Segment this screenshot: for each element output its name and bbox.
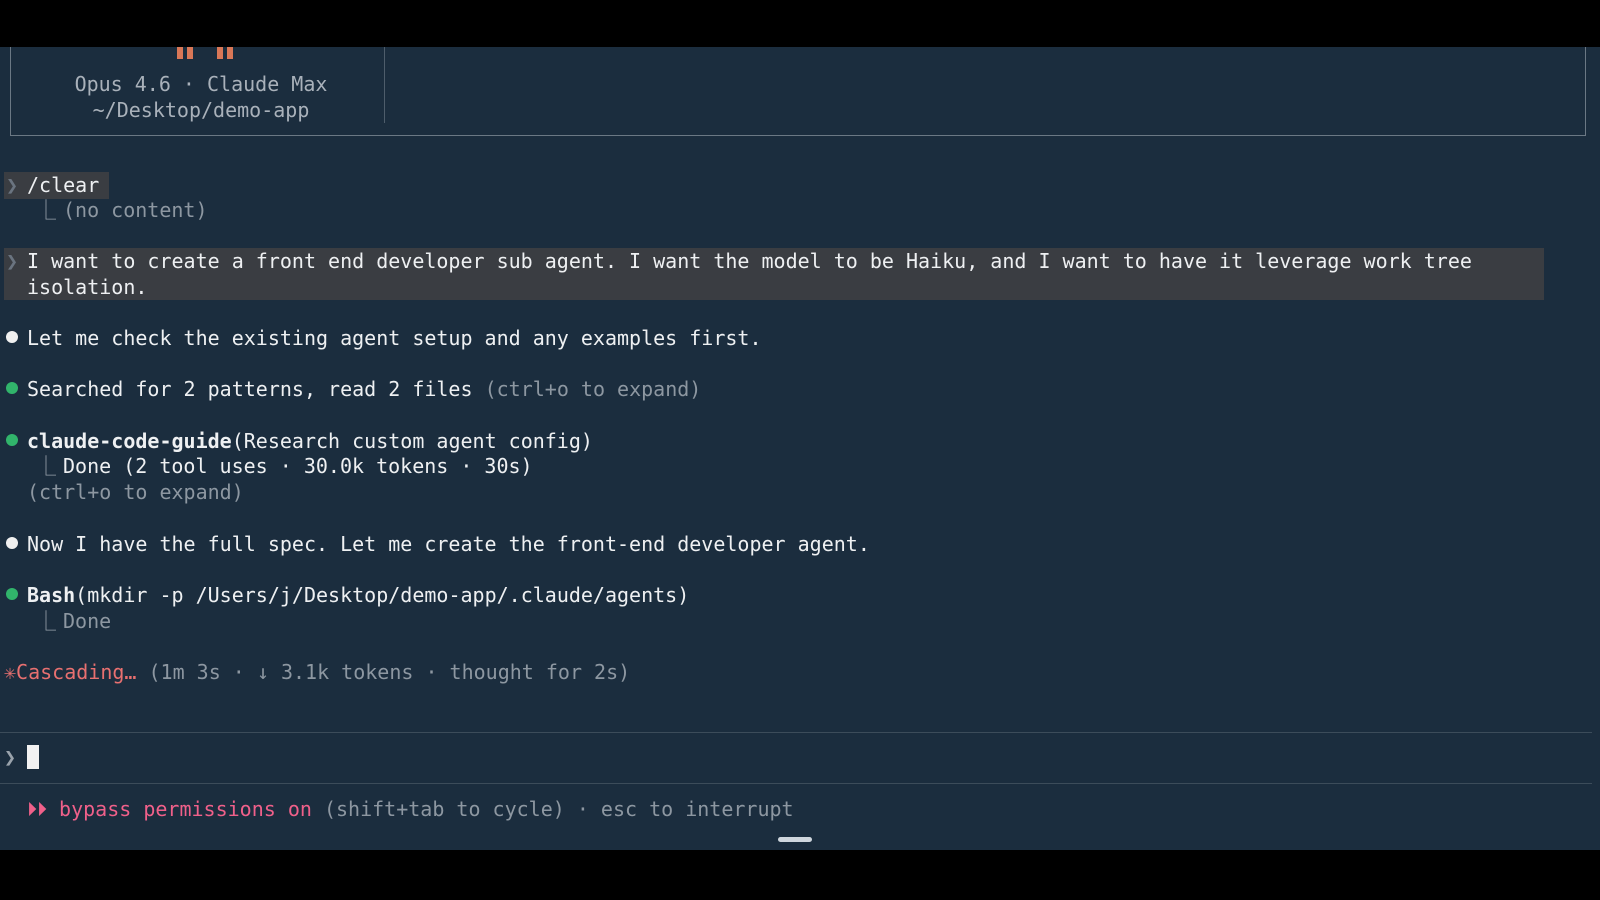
status-verb: Cascading… bbox=[16, 660, 137, 684]
bash-tool-result: Done bbox=[63, 609, 112, 633]
fast-forward-icon: ⏵⏵ bbox=[27, 797, 47, 821]
permission-mode-label: bypass permissions on bbox=[59, 797, 312, 821]
bash-tool-call: Bash(mkdir -p /Users/j/Desktop/demo-app/… bbox=[27, 582, 689, 608]
bash-tool-name: Bash bbox=[27, 583, 76, 607]
model-info: Opus 4.6 · Claude Max bbox=[74, 72, 328, 96]
tool-success-dot-icon bbox=[6, 382, 18, 394]
user-message-line1: I want to create a front end developer s… bbox=[27, 249, 1472, 273]
status-line: ✳Cascading… (1m 3s · ↓ 3.1k tokens · tho… bbox=[4, 659, 630, 685]
prompt-bottom-rule bbox=[0, 783, 1592, 784]
prompt-chevron-icon: ❯ bbox=[6, 173, 19, 197]
clear-command: /clear bbox=[27, 173, 100, 197]
permission-mode-bar[interactable]: ⏵⏵ bypass permissions on (shift+tab to c… bbox=[27, 796, 794, 822]
prompt-top-rule bbox=[0, 732, 1592, 733]
result-corner-icon: ⎿ bbox=[36, 454, 56, 478]
guide-tool-call: claude-code-guide(Research custom agent … bbox=[27, 428, 593, 454]
assistant-message: Now I have the full spec. Let me create … bbox=[27, 532, 870, 556]
bash-tool-args: (mkdir -p /Users/j/Desktop/demo-app/.cla… bbox=[75, 583, 690, 607]
prompt-input-cursor[interactable] bbox=[27, 745, 39, 769]
result-corner-icon: ⎿ bbox=[36, 198, 56, 222]
tool-success-dot-icon bbox=[6, 434, 18, 446]
input-chevron-icon: ❯ bbox=[4, 745, 17, 769]
terminal-window: Opus 4.6 · Claude Max ~/Desktop/demo-app… bbox=[0, 47, 1600, 850]
guide-tool-args: (Research custom agent config) bbox=[231, 429, 593, 453]
user-message-line2: isolation. bbox=[27, 275, 148, 299]
clear-result: (no content) bbox=[63, 198, 208, 222]
tool-success-dot-icon bbox=[6, 588, 18, 600]
expand-hint[interactable]: (ctrl+o to expand) bbox=[27, 479, 244, 505]
prompt-chevron-icon: ❯ bbox=[6, 249, 19, 273]
permission-mode-hint: (shift+tab to cycle) · esc to interrupt bbox=[323, 797, 794, 821]
scroll-handle[interactable] bbox=[778, 837, 812, 842]
working-directory: ~/Desktop/demo-app bbox=[92, 98, 310, 122]
expand-hint[interactable]: (ctrl+o to expand) bbox=[485, 377, 702, 401]
message-bullet-icon bbox=[6, 537, 18, 549]
welcome-header-box: Opus 4.6 · Claude Max ~/Desktop/demo-app bbox=[10, 47, 1586, 136]
status-detail: (1m 3s · ↓ 3.1k tokens · thought for 2s) bbox=[148, 660, 631, 684]
guide-tool-name: claude-code-guide bbox=[27, 429, 232, 453]
claude-logo-icon bbox=[177, 47, 233, 59]
guide-tool-result: Done (2 tool uses · 30.0k tokens · 30s) bbox=[63, 454, 533, 478]
assistant-message: Let me check the existing agent setup an… bbox=[27, 326, 762, 350]
result-corner-icon: ⎿ bbox=[36, 609, 56, 633]
header-divider bbox=[384, 47, 385, 123]
search-summary-text: Searched for 2 patterns, read 2 files bbox=[27, 377, 473, 401]
message-bullet-icon bbox=[6, 331, 18, 343]
spinner-icon: ✳ bbox=[4, 660, 17, 684]
search-summary: Searched for 2 patterns, read 2 files (c… bbox=[27, 376, 701, 402]
